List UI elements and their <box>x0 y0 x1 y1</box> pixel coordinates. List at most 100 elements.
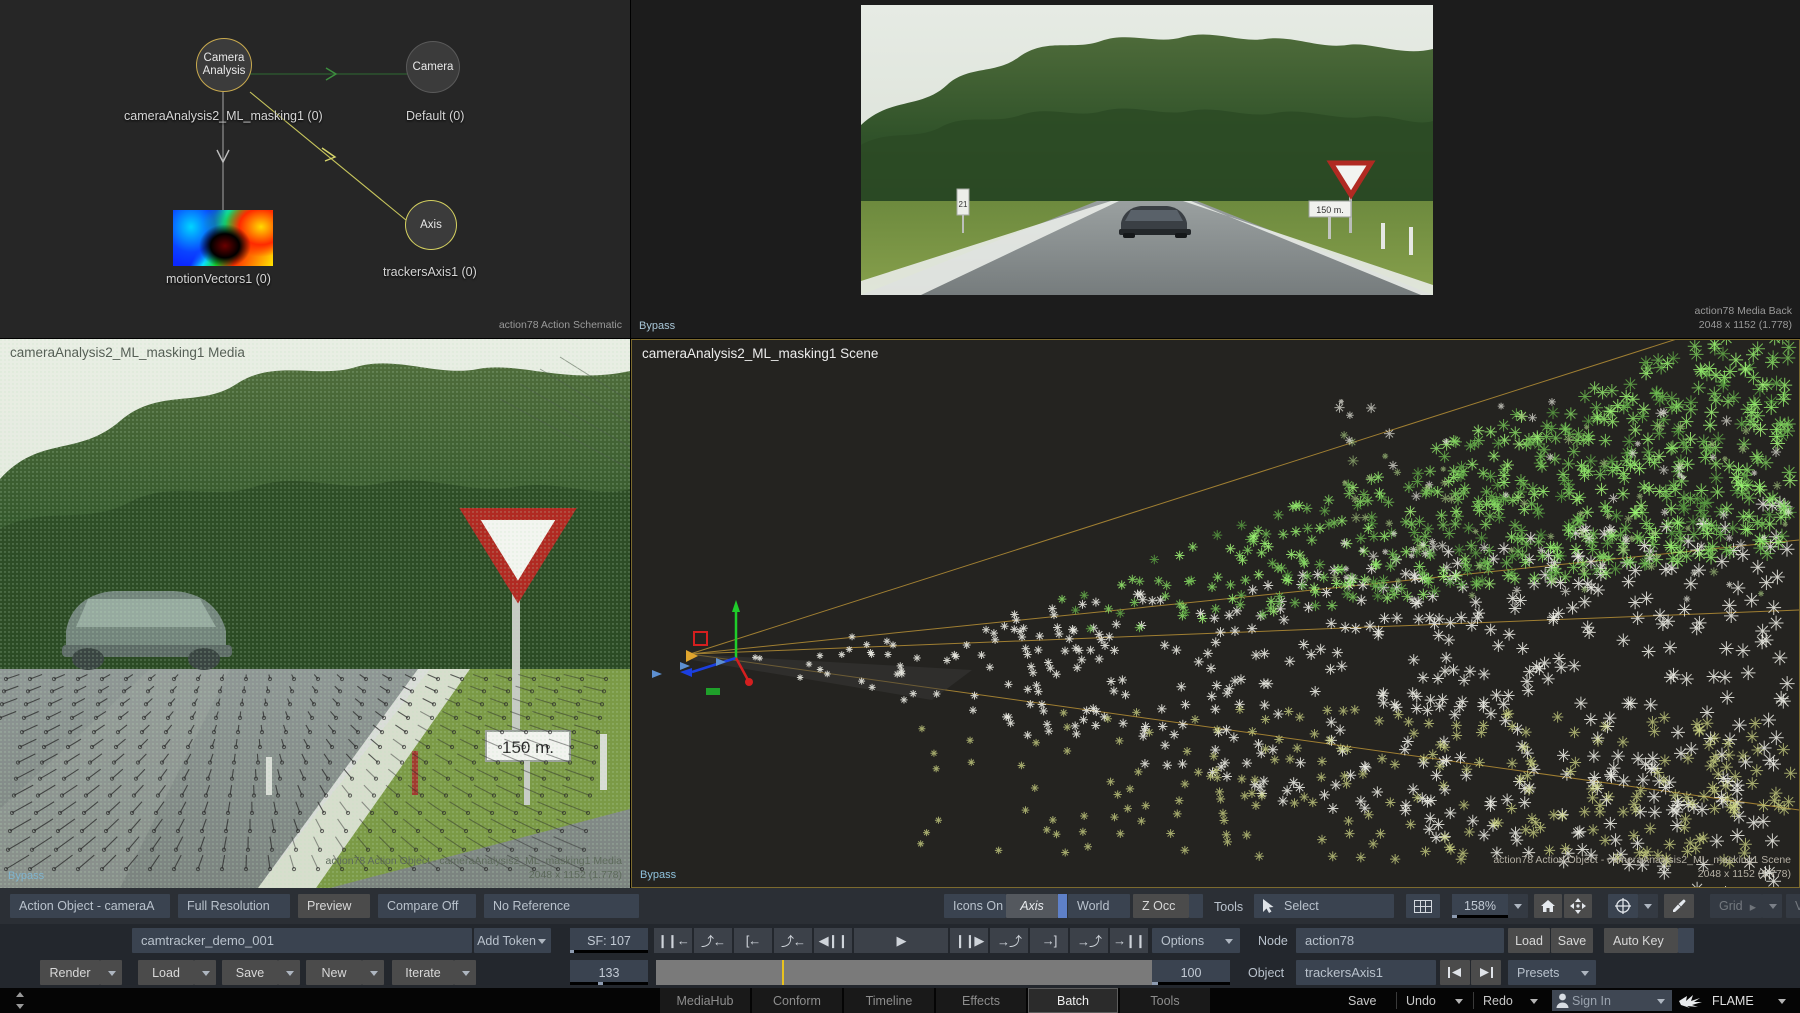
view-button[interactable]: View <box>1786 894 1800 918</box>
media-pane-tag-line2: 2048 x 1152 (1.778) <box>529 869 622 881</box>
transport-go-to-end[interactable]: →⤴ <box>1070 928 1108 953</box>
transport-pause-forward[interactable]: ❙❙▶ <box>950 928 988 953</box>
resolution-button[interactable]: Full Resolution <box>178 894 290 918</box>
render-button[interactable]: Render <box>40 960 100 985</box>
batch-iterate-dropdown[interactable] <box>454 960 476 985</box>
batch-load-button[interactable]: Load <box>138 960 194 985</box>
grid-button[interactable]: Grid ▸ <box>1710 894 1762 918</box>
scene-pane-title: cameraAnalysis2_ML_masking1 Scene <box>642 346 878 361</box>
module-tab-mediahub[interactable]: MediaHub <box>660 988 750 1013</box>
transport-step-forward-field[interactable]: →⤴ <box>990 928 1028 953</box>
media-back-bypass-label[interactable]: Bypass <box>639 320 675 332</box>
transport-step-back-field[interactable]: ⤴← <box>774 928 812 953</box>
batch-save-dropdown[interactable] <box>278 960 300 985</box>
batch-iterate-button[interactable]: Iterate <box>392 960 454 985</box>
z-occ-extra[interactable] <box>1189 894 1203 918</box>
target-dropdown-button[interactable] <box>1638 894 1658 918</box>
sign-in-button[interactable]: Sign In <box>1552 990 1672 1011</box>
grid-layout-button[interactable] <box>1406 894 1440 918</box>
schematic-node-camera[interactable]: Camera <box>406 41 460 93</box>
action-object-button[interactable]: Action Object - cameraA <box>10 894 170 918</box>
object-next-button[interactable] <box>1471 960 1501 985</box>
axis-mode-button[interactable]: Axis <box>1006 894 1058 918</box>
output-name-input[interactable]: camtracker_demo_001 <box>132 928 472 953</box>
schematic-connections <box>0 0 630 338</box>
transport-go-to-out-point[interactable]: →] <box>1030 928 1068 953</box>
media-back-pane[interactable]: 150 m. 21 Bypass action78 Media Bac <box>631 0 1800 338</box>
media-pane-bypass-label[interactable]: Bypass <box>8 870 44 882</box>
zoom-dropdown-button[interactable] <box>1508 894 1528 918</box>
frame-out-field[interactable]: 100 <box>1152 960 1230 985</box>
node-save-button[interactable]: Save <box>1551 928 1593 953</box>
media-pane-tag: action78 Action Object - cameraAnalysis2… <box>326 854 622 882</box>
app-menu-dropdown-icon[interactable] <box>1778 999 1786 1004</box>
node-input[interactable]: action78 <box>1296 928 1504 953</box>
schematic-node-axis[interactable]: Axis <box>405 200 457 250</box>
batch-save-button[interactable]: Save <box>222 960 278 985</box>
object-input[interactable]: trackersAxis1 <box>1296 960 1436 985</box>
module-tab-conform[interactable]: Conform <box>752 988 842 1013</box>
scene-3d-pane[interactable]: cameraAnalysis2_ML_masking1 Scene Bypass… <box>631 339 1800 888</box>
target-button[interactable] <box>1608 894 1638 918</box>
status-save-button[interactable]: Save <box>1348 988 1377 1013</box>
home-view-button[interactable] <box>1534 894 1562 918</box>
zoom-level-field[interactable]: 158% <box>1452 894 1508 918</box>
expand-handle-icon[interactable] <box>14 992 26 1013</box>
module-tab-timeline[interactable]: Timeline <box>844 988 934 1013</box>
compare-button[interactable]: Compare Off <box>378 894 476 918</box>
options-label: Options <box>1161 934 1204 948</box>
schematic-node-camera-analysis[interactable]: Camera Analysis <box>196 38 252 92</box>
reference-button[interactable]: No Reference <box>484 894 639 918</box>
timeline-playhead[interactable] <box>782 960 784 985</box>
transport-go-to-in-point[interactable]: [← <box>734 928 772 953</box>
user-icon <box>1556 993 1569 1008</box>
presets-button[interactable]: Presets <box>1508 960 1596 985</box>
action-schematic-pane[interactable]: Camera Analysis cameraAnalysis2_ML_maski… <box>0 0 630 338</box>
svg-text:150 m.: 150 m. <box>1316 205 1344 215</box>
node-camera-text: Camera <box>413 61 454 74</box>
frame-out-value: 100 <box>1181 966 1202 980</box>
color-picker-button[interactable] <box>1664 894 1694 918</box>
transport-play-reverse[interactable]: ◀❙❙ <box>814 928 852 953</box>
move-arrows-icon <box>1570 898 1586 914</box>
transport-play-forward[interactable]: ▶ <box>854 928 948 953</box>
module-tab-batch[interactable]: Batch <box>1028 988 1118 1013</box>
grid-button-label: Grid <box>1719 899 1743 913</box>
select-tool-button[interactable]: Select <box>1254 894 1394 918</box>
frame-in-field[interactable]: 133 <box>570 960 648 985</box>
icons-on-button[interactable]: Icons On <box>944 894 1006 918</box>
undo-dropdown-icon[interactable] <box>1455 999 1463 1004</box>
node-load-button[interactable]: Load <box>1508 928 1550 953</box>
cursor-arrow-icon <box>1262 899 1275 914</box>
scene-pane-tag-line2: 2048 x 1152 (1.778) <box>1698 868 1791 880</box>
transport-go-to-previous-keyframe[interactable]: ❙❙← <box>654 928 692 953</box>
batch-new-dropdown[interactable] <box>362 960 384 985</box>
z-occ-button[interactable]: Z Occ <box>1133 894 1189 918</box>
module-tab-tools[interactable]: Tools <box>1120 988 1210 1013</box>
presets-label: Presets <box>1517 966 1559 980</box>
media-result-pane[interactable]: 150 m. cameraAnalysis2_ML_masking1 Media… <box>0 339 630 888</box>
start-frame-field[interactable]: SF: 107 <box>570 928 648 953</box>
status-undo-button[interactable]: Undo <box>1406 988 1436 1013</box>
transport-go-to-next-keyframe[interactable]: →❙❙ <box>1110 928 1148 953</box>
options-button[interactable]: Options <box>1152 928 1240 953</box>
scene-pane-bypass-label[interactable]: Bypass <box>640 869 676 881</box>
batch-load-dropdown[interactable] <box>194 960 216 985</box>
schematic-node-motion-vectors-thumbnail[interactable] <box>173 210 273 266</box>
preview-button[interactable]: Preview <box>298 894 370 918</box>
grid-dropdown-button[interactable] <box>1762 894 1782 918</box>
add-token-button[interactable]: Add Token <box>474 928 551 953</box>
transport-go-to-start[interactable]: ⤴← <box>694 928 732 953</box>
world-mode-button[interactable]: World <box>1068 894 1130 918</box>
object-prev-button[interactable] <box>1440 960 1470 985</box>
module-tab-effects[interactable]: Effects <box>936 988 1026 1013</box>
batch-new-button[interactable]: New <box>306 960 362 985</box>
auto-key-indicator[interactable] <box>1678 928 1694 953</box>
redo-dropdown-icon[interactable] <box>1530 999 1538 1004</box>
scene-3d-pointcloud <box>632 340 1799 887</box>
auto-key-button[interactable]: Auto Key <box>1604 928 1678 953</box>
status-redo-button[interactable]: Redo <box>1483 988 1513 1013</box>
render-dropdown-button[interactable] <box>100 960 122 985</box>
fit-view-button[interactable] <box>1564 894 1592 918</box>
timeline-scrubber[interactable] <box>656 960 1152 985</box>
